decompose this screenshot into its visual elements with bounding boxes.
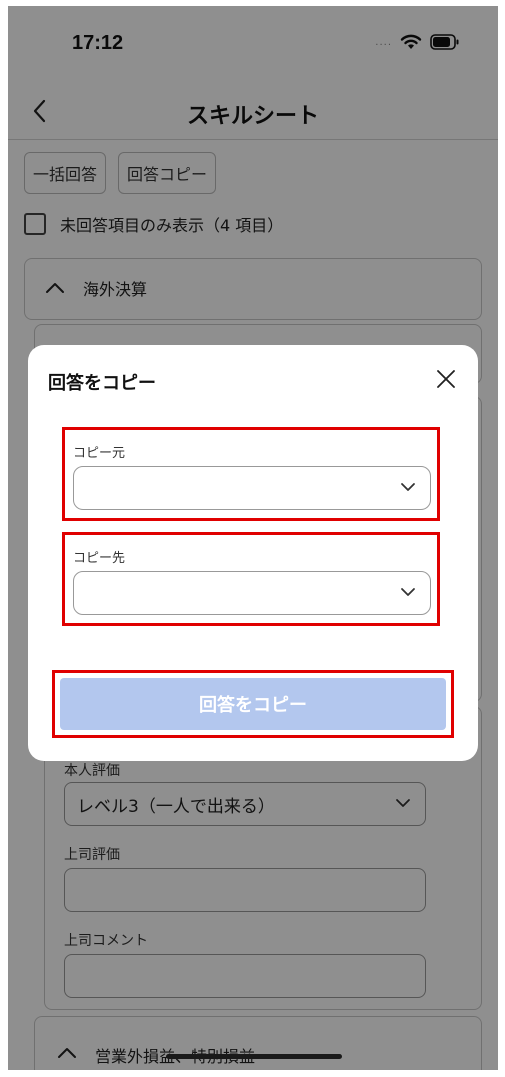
app-screen: 17:12 .... スキルシート 一括回答 回答コピー 未回答項目のみ表示（4… [8,6,498,1070]
chevron-down-icon [401,483,415,491]
submit-highlight: 回答をコピー [52,670,454,738]
copy-target-select[interactable] [73,571,431,615]
copy-source-select[interactable] [73,466,431,510]
chevron-down-icon [401,588,415,596]
copy-target-group: コピー先 [62,532,440,626]
dialog-title: 回答をコピー [48,373,156,394]
copy-target-label: コピー先 [73,551,126,566]
home-indicator [166,1054,342,1059]
copy-source-group: コピー元 [62,427,440,521]
copy-source-label: コピー元 [73,446,126,461]
copy-answer-dialog: 回答をコピー コピー元 コピー先 回答をコピー [28,345,478,761]
close-icon[interactable] [434,367,458,391]
copy-answer-submit-button[interactable]: 回答をコピー [60,678,446,730]
